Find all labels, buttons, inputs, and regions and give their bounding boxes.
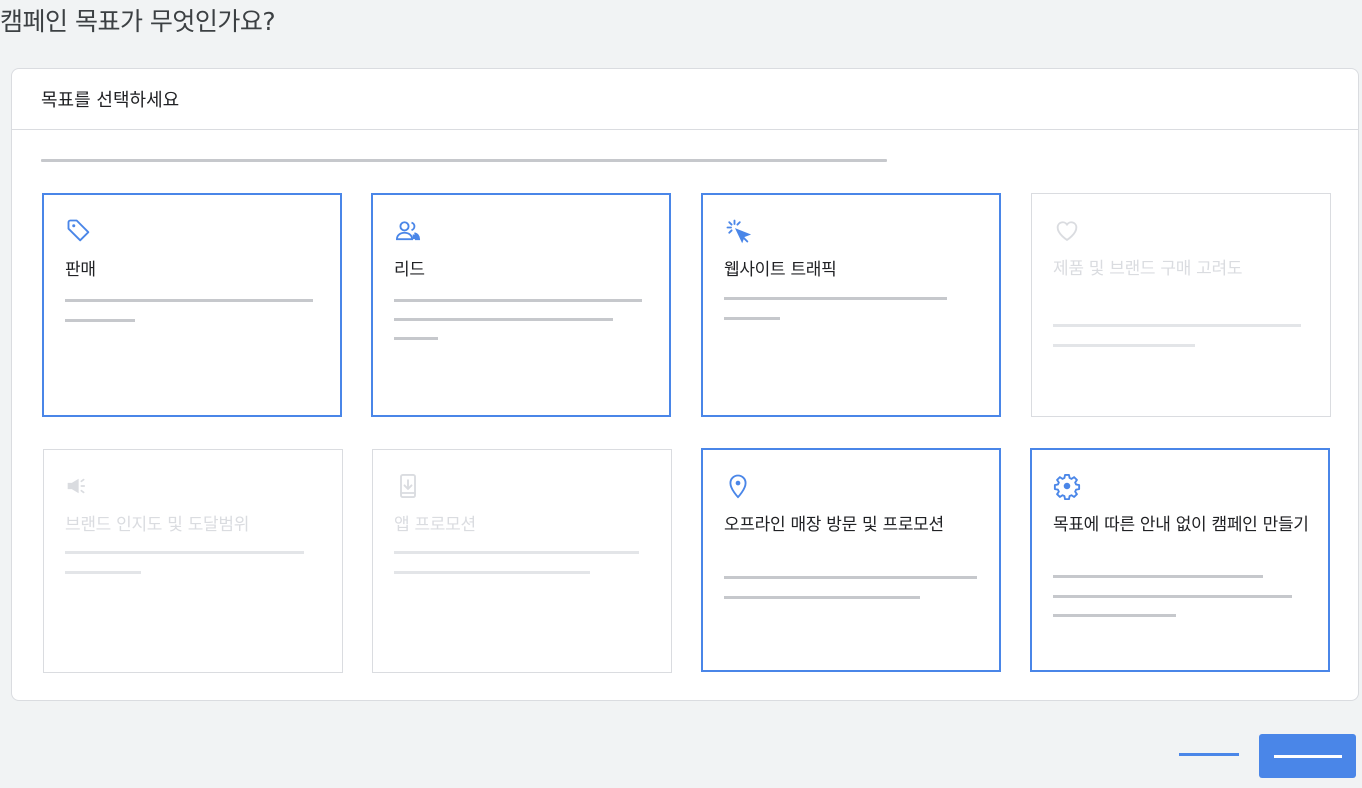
placeholder-line (724, 297, 947, 300)
goal-card-brand-awareness: 브랜드 인지도 및 도달범위 (43, 449, 343, 673)
goal-card-consideration: 제품 및 브랜드 구매 고려도 (1031, 193, 1331, 417)
placeholder-line (1053, 324, 1301, 327)
tag-icon (65, 217, 93, 245)
goal-card-label: 앱 프로모션 (394, 515, 476, 535)
continue-button-label-placeholder (1273, 754, 1342, 758)
goal-card-leads[interactable]: 리드 (371, 193, 671, 417)
placeholder-line (65, 319, 135, 322)
goal-card-label: 제품 및 브랜드 구매 고려도 (1053, 259, 1243, 279)
location-pin-icon (724, 472, 752, 500)
placeholder-line (394, 337, 438, 340)
goal-selection-panel: 목표를 선택하세요 판매 리드 웹사이트 트래픽 제품 및 브랜드 구매 고려도… (11, 68, 1359, 701)
description-placeholder-line (41, 159, 887, 162)
cancel-button-label-placeholder (1179, 752, 1239, 756)
placeholder-line (724, 596, 920, 599)
placeholder-line (1053, 595, 1292, 598)
placeholder-line (1053, 344, 1195, 347)
goal-card-sales[interactable]: 판매 (42, 193, 342, 417)
placeholder-line (65, 551, 304, 554)
heart-icon (1053, 216, 1081, 244)
goal-card-no-guidance[interactable]: 목표에 따른 안내 없이 캠페인 만들기 (1030, 448, 1330, 672)
phone-download-icon (394, 472, 422, 500)
panel-header: 목표를 선택하세요 (12, 69, 1358, 130)
goal-card-label: 목표에 따른 안내 없이 캠페인 만들기 (1053, 515, 1309, 535)
cancel-button[interactable] (1178, 734, 1240, 774)
cursor-click-icon (724, 217, 752, 245)
megaphone-icon (65, 472, 93, 500)
placeholder-line (65, 299, 313, 302)
goal-card-label: 웹사이트 트래픽 (724, 260, 837, 280)
placeholder-line (394, 571, 590, 574)
goal-card-website-traffic[interactable]: 웹사이트 트래픽 (701, 193, 1001, 417)
placeholder-line (65, 571, 141, 574)
goal-card-label: 판매 (65, 260, 96, 280)
continue-button[interactable] (1259, 734, 1356, 778)
placeholder-line (724, 576, 977, 579)
page-title: 캠페인 목표가 무엇인가요? (0, 7, 276, 36)
placeholder-line (724, 317, 780, 320)
placeholder-line (394, 551, 639, 554)
goal-card-label: 오프라인 매장 방문 및 프로모션 (724, 515, 944, 535)
people-icon (394, 217, 422, 245)
goal-card-local-store-visits[interactable]: 오프라인 매장 방문 및 프로모션 (701, 448, 1001, 672)
goal-card-label: 브랜드 인지도 및 도달범위 (65, 515, 250, 535)
placeholder-line (394, 318, 613, 321)
gear-icon (1053, 472, 1081, 500)
goal-card-app-promotion: 앱 프로모션 (372, 449, 672, 673)
goal-card-label: 리드 (394, 260, 425, 280)
placeholder-line (1053, 575, 1263, 578)
placeholder-line (394, 299, 642, 302)
placeholder-line (1053, 614, 1176, 617)
